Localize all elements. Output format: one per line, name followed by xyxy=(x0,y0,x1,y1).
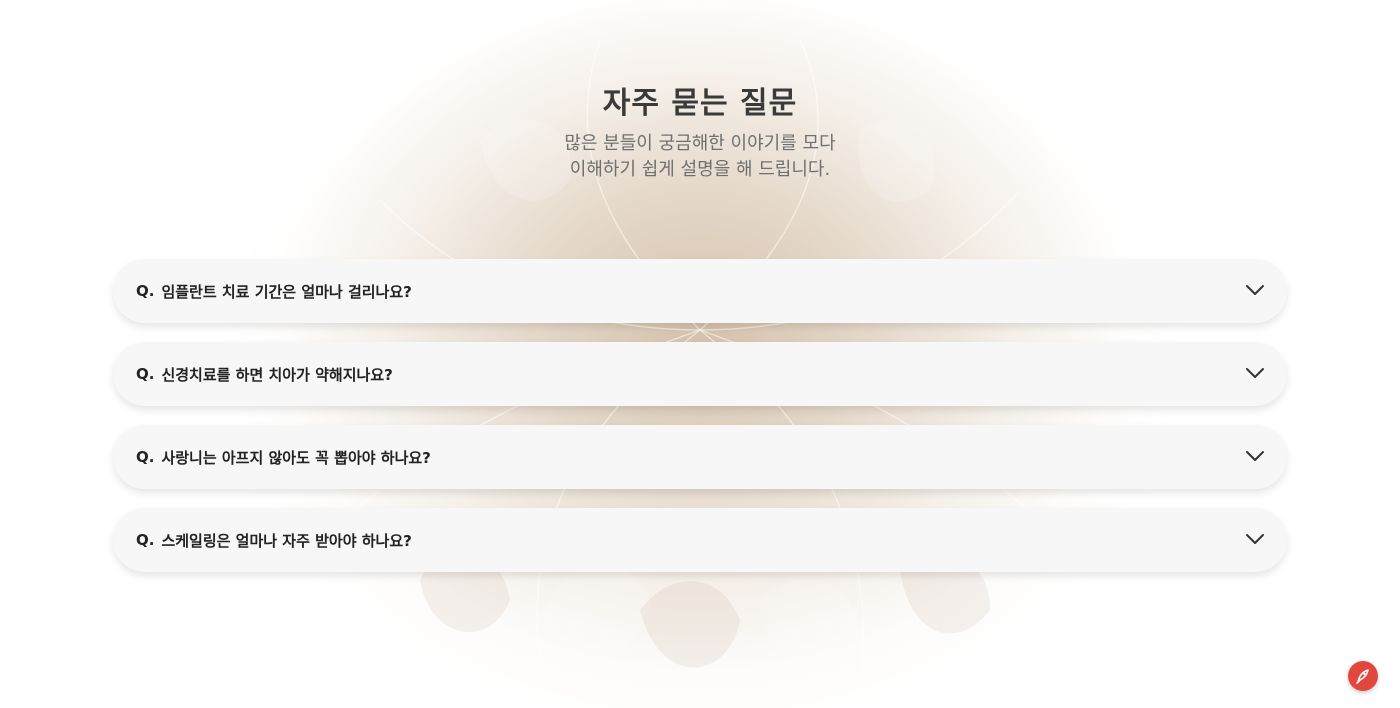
question-prefix: Q. xyxy=(136,365,155,383)
faq-question: 사랑니는 아프지 않아도 꼭 뽑아야 하나요? xyxy=(161,448,431,467)
faq-page: 자주 묻는 질문 많은 분들이 궁금해한 이야기를 모다 이해하기 쉽게 설명을… xyxy=(0,0,1400,708)
faq-item-root-canal[interactable]: Q. 신경치료를 하면 치아가 약해지나요? xyxy=(113,342,1287,406)
chevron-down-icon[interactable] xyxy=(1245,366,1265,380)
faq-item-implant-duration[interactable]: Q. 임플란트 치료 기간은 얼마나 걸리나요? xyxy=(113,259,1287,323)
faq-question: 신경치료를 하면 치아가 약해지나요? xyxy=(161,365,393,384)
chevron-down-icon[interactable] xyxy=(1245,449,1265,463)
faq-question: 스케일링은 얼마나 자주 받아야 하나요? xyxy=(161,531,412,550)
subtitle-line-2: 이해하기 쉽게 설명을 해 드립니다. xyxy=(569,159,831,180)
rocket-icon xyxy=(1356,669,1369,684)
chevron-down-icon[interactable] xyxy=(1245,532,1265,546)
floating-action-button[interactable] xyxy=(1348,661,1378,691)
faq-list: Q. 임플란트 치료 기간은 얼마나 걸리나요? Q. 신경치료를 하면 치아가… xyxy=(113,259,1287,591)
question-prefix: Q. xyxy=(136,531,155,549)
faq-item-wisdom-tooth[interactable]: Q. 사랑니는 아프지 않아도 꼭 뽑아야 하나요? xyxy=(113,425,1287,489)
section-title: 자주 묻는 질문 xyxy=(602,86,798,121)
faq-item-scaling[interactable]: Q. 스케일링은 얼마나 자주 받아야 하나요? xyxy=(113,508,1287,572)
subtitle-line-1: 많은 분들이 궁금해한 이야기를 모다 xyxy=(564,133,836,154)
question-prefix: Q. xyxy=(136,282,155,300)
section-subtitle: 많은 분들이 궁금해한 이야기를 모다 이해하기 쉽게 설명을 해 드립니다. xyxy=(0,131,1400,183)
question-prefix: Q. xyxy=(136,448,155,466)
faq-question: 임플란트 치료 기간은 얼마나 걸리나요? xyxy=(161,282,412,301)
chevron-down-icon[interactable] xyxy=(1245,283,1265,297)
